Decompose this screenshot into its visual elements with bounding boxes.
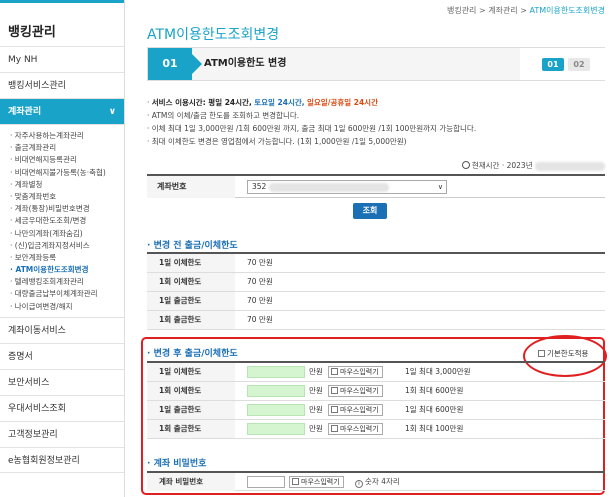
account-table: 계좌번호 352 ∨ — [147, 174, 605, 198]
sidebar-subitem[interactable]: 보안계좌등록 — [10, 252, 124, 264]
section-title-after: 변경 후 출금/이체한도 — [147, 346, 238, 359]
sidebar-subitem[interactable]: 계좌별청 — [10, 179, 124, 191]
limit-input-daily-transfer[interactable] — [247, 366, 305, 378]
info-icon: i — [355, 480, 363, 488]
table-row: 1일 이체한도 70 만원 — [147, 254, 605, 273]
sidebar-item-account-mgmt[interactable]: 계좌관리 ∨ — [0, 98, 124, 124]
password-hint: i 숫자 4자리 — [355, 473, 400, 491]
current-time: 현재시간 · 2023년 — [461, 160, 605, 171]
note-line: · ATM의 이체/출금 한도를 조회하고 변경합니다. — [147, 111, 300, 120]
checkbox-icon — [292, 478, 299, 485]
service-notes: · 서비스 이용시간: 평일 24시간, 토요일 24시간, 일요일/공휴일 2… — [147, 96, 607, 148]
sidebar-subitem[interactable]: 출금계좌관리 — [10, 142, 124, 154]
sidebar-subitem[interactable]: 대량출금납부이체계좌관리 — [10, 288, 124, 300]
section-title-before: 변경 전 출금/이체한도 — [147, 238, 238, 251]
step-pill-current: 01 — [542, 58, 564, 71]
table-row: 1회 출금한도 만원 마우스입력기 1회 최대 100만원 — [147, 420, 605, 439]
step-indicator: 01 ATM이용한도 변경 01 02 — [147, 47, 606, 81]
sidebar-subitem[interactable]: 나만의계좌(계좌숨김) — [10, 228, 124, 240]
limit-input-once-withdraw[interactable] — [247, 423, 305, 435]
lookup-button[interactable]: 조회 — [353, 203, 387, 219]
step-label: ATM이용한도 변경 — [204, 58, 287, 69]
sidebar-subitem[interactable]: 나이급여변경/해지 — [10, 301, 124, 313]
sidebar-subitem[interactable]: 계좌(통장)비밀번호변경 — [10, 203, 124, 215]
table-row: 1회 출금한도 70 만원 — [147, 311, 605, 330]
table-row: 1회 이체한도 만원 마우스입력기 1회 최대 600만원 — [147, 382, 605, 401]
chevron-down-icon: ∨ — [108, 107, 116, 117]
redacted-time — [535, 161, 605, 171]
sidebar-subitem[interactable]: 비대면해지불가등록(농·축협) — [10, 167, 124, 179]
breadcrumb-level2[interactable]: 계좌관리 — [488, 6, 517, 15]
step-progress: 01 02 — [508, 48, 606, 80]
sidebar-item-preferred[interactable]: 우대서비스조회 — [0, 394, 124, 421]
sidebar-item-label: 계좌관리 — [8, 107, 42, 117]
limit-input-once-transfer[interactable] — [247, 385, 305, 397]
note-line: · 이체 최대 1일 3,000만원 /1회 600만원 까지, 출금 최대 1… — [147, 124, 477, 133]
checkbox-icon — [331, 425, 338, 432]
page-title: ATM이용한도조회변경 — [147, 27, 280, 43]
sidebar-subitem[interactable]: 자주사용하는계좌관리 — [10, 130, 124, 142]
account-label: 계좌번호 — [147, 176, 235, 198]
limit-input-daily-withdraw[interactable] — [247, 404, 305, 416]
password-input[interactable] — [247, 476, 285, 488]
breadcrumb-current: ATM이용한도조회변경 — [529, 6, 605, 15]
before-limit-table: 1일 이체한도 70 만원 1회 이체한도 70 만원 1일 출금한도 70 만… — [147, 252, 605, 330]
sidebar: 뱅킹관리 My NH 뱅킹서비스관리 계좌관리 ∨ 자주사용하는계좌관리 출금계… — [0, 0, 125, 497]
step-number: 01 — [148, 48, 202, 80]
clock-icon — [461, 161, 470, 169]
checkbox-icon — [331, 387, 338, 394]
table-row: 1일 출금한도 만원 마우스입력기 1일 최대 600만원 — [147, 401, 605, 420]
sidebar-item-certificate[interactable]: 증명서 — [0, 342, 124, 369]
table-row: 1일 출금한도 70 만원 — [147, 292, 605, 311]
mouse-input-toggle[interactable]: 마우스입력기 — [328, 366, 383, 378]
checkbox-icon — [538, 350, 545, 357]
password-table: 계좌 비밀번호 마우스입력기 i 숫자 4자리 — [147, 471, 605, 491]
sidebar-item-mynh[interactable]: My NH — [0, 46, 124, 72]
sidebar-title: 뱅킹관리 — [0, 0, 124, 46]
checkbox-icon — [331, 406, 338, 413]
sidebar-item-security[interactable]: 보안서비스 — [0, 368, 124, 395]
sidebar-item-customer-info[interactable]: 고객정보관리 — [0, 420, 124, 447]
note-line: · 최대 이체한도 변경은 영업점에서 가능합니다. (1회 1,000만원 /… — [147, 137, 407, 146]
mouse-input-toggle[interactable]: 마우스입력기 — [328, 385, 383, 397]
sidebar-subitem[interactable]: 세금우대한도조회/변경 — [10, 215, 124, 227]
sidebar-submenu: 자주사용하는계좌관리 출금계좌관리 비대면해지등록관리 비대면해지불가등록(농·… — [0, 124, 124, 317]
breadcrumb-home[interactable]: 뱅킹관리 — [447, 6, 476, 15]
redacted-account — [268, 182, 389, 192]
password-label: 계좌 비밀번호 — [147, 473, 235, 491]
section-title-password: 계좌 비밀번호 — [147, 456, 207, 469]
sidebar-subitem[interactable]: (신)입금계좌지정서비스 — [10, 240, 124, 252]
checkbox-icon — [331, 368, 338, 375]
table-row: 1회 이체한도 70 만원 — [147, 273, 605, 292]
sidebar-subitem[interactable]: 비대면해지등록관리 — [10, 154, 124, 166]
mouse-input-toggle[interactable]: 마우스입력기 — [289, 476, 344, 488]
mouse-input-toggle[interactable]: 마우스입력기 — [328, 404, 383, 416]
breadcrumb: 뱅킹관리 > 계좌관리 > ATM이용한도조회변경 — [446, 6, 605, 15]
sidebar-item-account-move[interactable]: 계좌이동서비스 — [0, 316, 124, 343]
after-limit-table: 1일 이체한도 만원 마우스입력기 1일 최대 3,000만원 1회 이체한도 … — [147, 361, 605, 439]
sidebar-item-member-info[interactable]: e농협회원정보관리 — [0, 446, 124, 473]
account-select[interactable]: 352 ∨ — [247, 180, 447, 194]
sidebar-subitem[interactable]: 맞춤계좌번호 — [10, 191, 124, 203]
main-content: 뱅킹관리 > 계좌관리 > ATM이용한도조회변경 ATM이용한도조회변경 01… — [137, 0, 607, 497]
service-hours: · 서비스 이용시간: 평일 24시간, 토요일 24시간, 일요일/공휴일 2… — [147, 98, 378, 107]
sidebar-item-banking-service[interactable]: 뱅킹서비스관리 — [0, 72, 124, 98]
mouse-input-toggle[interactable]: 마우스입력기 — [328, 423, 383, 435]
table-row: 1일 이체한도 만원 마우스입력기 1일 최대 3,000만원 — [147, 363, 605, 382]
sidebar-subitem-atm-limit[interactable]: ATM이용한도조회변경 — [10, 264, 124, 276]
chevron-down-icon: ∨ — [437, 183, 443, 191]
sidebar-subitem[interactable]: 텔레뱅킹조회계좌관리 — [10, 276, 124, 288]
default-limit-checkbox[interactable]: 기본한도적용 — [538, 348, 588, 359]
step-pill-next: 02 — [568, 58, 590, 71]
